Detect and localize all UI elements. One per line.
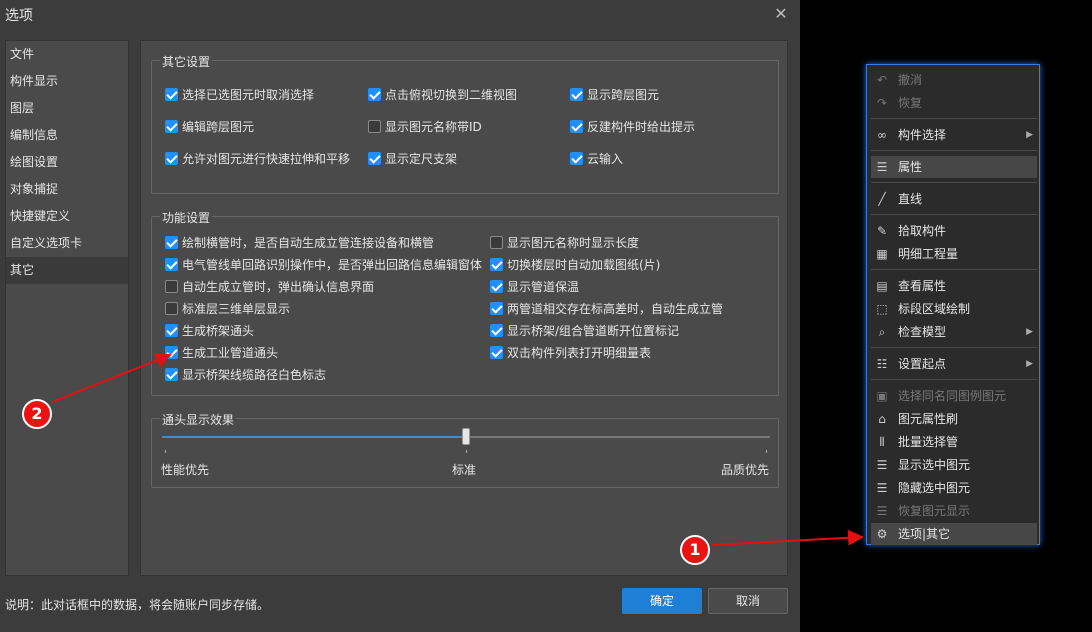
annotation-badge-1: 1 [680,535,710,565]
arrow-1-line [711,529,864,546]
arrow-2-line [51,352,172,403]
annotation-badge-2: 2 [22,399,52,429]
annotation-arrows [51,352,864,546]
